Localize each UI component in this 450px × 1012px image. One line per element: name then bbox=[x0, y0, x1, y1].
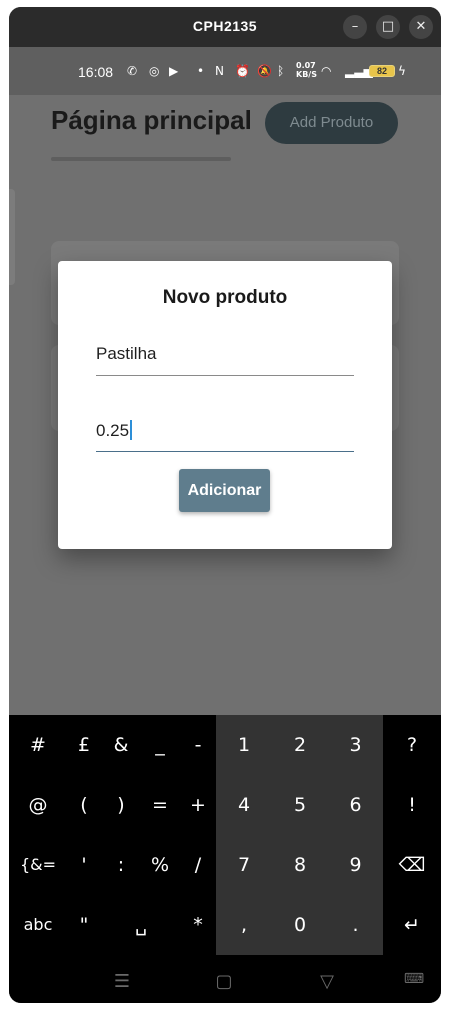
back-icon[interactable]: ▽ bbox=[312, 971, 342, 992]
key-4[interactable]: 4 bbox=[216, 775, 272, 835]
key-1[interactable]: 1 bbox=[216, 715, 272, 775]
key-percent[interactable]: % bbox=[141, 835, 179, 895]
keyboard-icon[interactable]: ⌨ bbox=[399, 971, 429, 987]
key-paren-close[interactable]: ) bbox=[102, 775, 140, 835]
space-key-icon[interactable]: ␣ bbox=[109, 895, 173, 955]
key-hash[interactable]: # bbox=[19, 715, 57, 775]
youtube-icon: ▶ bbox=[169, 64, 179, 78]
enter-icon[interactable]: ↵ bbox=[393, 895, 431, 955]
page-title: Página principal bbox=[51, 105, 252, 135]
new-product-dialog: Novo produto Pastilha 0.25 Adicionar bbox=[58, 261, 392, 549]
key-pound[interactable]: £ bbox=[65, 715, 103, 775]
product-name-value: Pastilha bbox=[96, 344, 157, 363]
key-ampersand[interactable]: & bbox=[102, 715, 140, 775]
phone-screen: 16:08 ✆ ◎ ▶ • N ⏰ 🔕 ᛒ 0.07 KB/S ◠ ▂▃▅ 82… bbox=[9, 47, 441, 1003]
key-asterisk[interactable]: * bbox=[179, 895, 217, 955]
alarm-icon: ⏰ bbox=[235, 64, 250, 78]
key-minus[interactable]: - bbox=[179, 715, 217, 775]
menu-icon[interactable]: ☰ bbox=[107, 971, 137, 992]
key-comma[interactable]: , bbox=[216, 895, 272, 955]
key-quote[interactable]: " bbox=[65, 895, 103, 955]
key-2[interactable]: 2 bbox=[272, 715, 328, 775]
close-button[interactable]: ✕ bbox=[409, 15, 433, 39]
key-at[interactable]: @ bbox=[19, 775, 57, 835]
charging-icon: ϟ bbox=[398, 64, 406, 78]
dialog-title: Novo produto bbox=[162, 287, 288, 308]
key-symbols[interactable]: {&= bbox=[19, 835, 57, 895]
data-speed: 0.07 KB/S bbox=[296, 61, 317, 79]
key-exclamation[interactable]: ! bbox=[393, 775, 431, 835]
key-paren-open[interactable]: ( bbox=[65, 775, 103, 835]
product-price-field[interactable]: 0.25 bbox=[96, 404, 354, 452]
key-7[interactable]: 7 bbox=[216, 835, 272, 895]
status-bar: 16:08 ✆ ◎ ▶ • N ⏰ 🔕 ᛒ 0.07 KB/S ◠ ▂▃▅ 82… bbox=[9, 47, 441, 95]
side-handle bbox=[9, 189, 15, 285]
key-9[interactable]: 9 bbox=[328, 835, 383, 895]
key-underscore[interactable]: _ bbox=[141, 715, 179, 775]
bluetooth-icon: ᛒ bbox=[277, 64, 285, 78]
navigation-bar: ☰ ▢ ▽ ⌨ bbox=[9, 963, 441, 1003]
backspace-icon[interactable]: ⌫ bbox=[393, 835, 431, 895]
minimize-button[interactable]: – bbox=[343, 15, 367, 39]
window-titlebar[interactable]: CPH2135 – □ ✕ bbox=[9, 7, 441, 47]
product-price-value: 0.25 bbox=[96, 421, 130, 440]
instagram-icon: ◎ bbox=[149, 64, 160, 78]
emulator-window: CPH2135 – □ ✕ 16:08 ✆ ◎ ▶ • N ⏰ 🔕 ᛒ 0.07… bbox=[9, 7, 441, 1003]
home-icon[interactable]: ▢ bbox=[209, 971, 239, 992]
key-colon[interactable]: : bbox=[102, 835, 140, 895]
add-product-button[interactable]: Add Produto bbox=[265, 102, 398, 144]
key-abc[interactable]: abc bbox=[19, 895, 57, 955]
key-8[interactable]: 8 bbox=[272, 835, 328, 895]
nfc-icon: N bbox=[215, 64, 224, 78]
battery-icon: 82 bbox=[369, 65, 395, 77]
key-period[interactable]: . bbox=[328, 895, 383, 955]
wifi-icon: ◠ bbox=[321, 64, 332, 78]
key-question[interactable]: ? bbox=[393, 715, 431, 775]
key-apostrophe[interactable]: ' bbox=[65, 835, 103, 895]
numeric-keyboard: # £ & _ - 1 2 3 ? @ ( ) = + 4 5 6 ! {&= … bbox=[9, 715, 441, 963]
mute-icon: 🔕 bbox=[257, 64, 272, 78]
product-price-text: 0.25 bbox=[96, 420, 133, 441]
key-equals[interactable]: = bbox=[141, 775, 179, 835]
status-time: 16:08 bbox=[78, 64, 114, 80]
whatsapp-icon: ✆ bbox=[127, 64, 138, 78]
title-divider bbox=[51, 157, 231, 161]
key-3[interactable]: 3 bbox=[328, 715, 383, 775]
maximize-button[interactable]: □ bbox=[376, 15, 400, 39]
text-caret bbox=[130, 420, 133, 440]
key-5[interactable]: 5 bbox=[272, 775, 328, 835]
key-6[interactable]: 6 bbox=[328, 775, 383, 835]
add-button[interactable]: Adicionar bbox=[179, 469, 270, 512]
product-name-field[interactable]: Pastilha bbox=[96, 328, 354, 376]
key-0[interactable]: 0 bbox=[272, 895, 328, 955]
key-plus[interactable]: + bbox=[179, 775, 217, 835]
key-slash[interactable]: / bbox=[179, 835, 217, 895]
dot-icon: • bbox=[197, 64, 205, 78]
